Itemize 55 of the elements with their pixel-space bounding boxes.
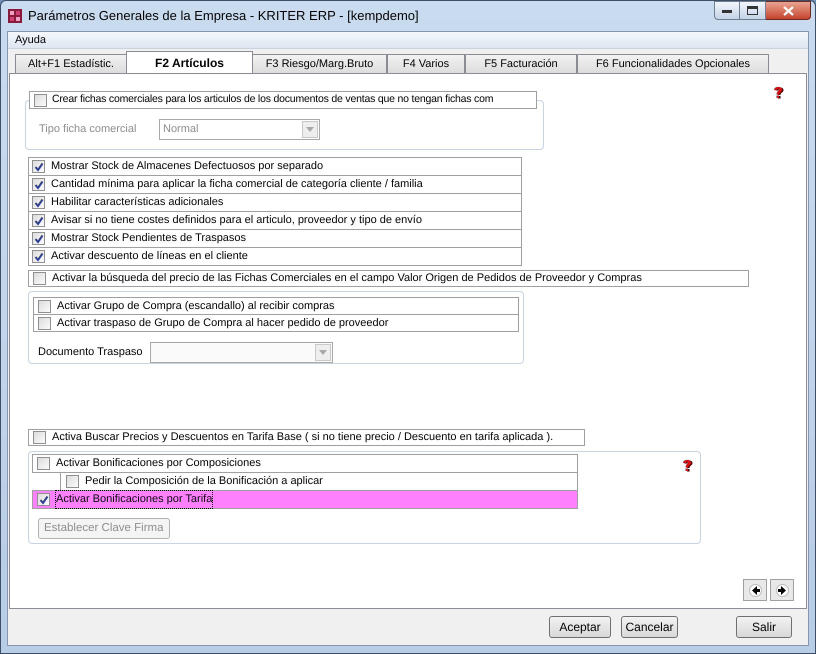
checkbox[interactable]: [38, 316, 51, 330]
checkbox-label: Activar la búsqueda del precio de las Fichas Comerciales en el campo Valor Origen de Pedidos de Proveedor y Compras: [52, 271, 642, 286]
app-icon: [7, 8, 23, 24]
field-label: Tipo ficha comercial: [39, 122, 138, 137]
option-row[interactable]: Activar Bonificaciones por Tarifa: [32, 490, 578, 509]
close-icon: [782, 6, 794, 16]
maximize-icon: [747, 6, 758, 15]
checkbox[interactable]: [32, 214, 45, 227]
checkbox[interactable]: [33, 272, 46, 285]
checkbox[interactable]: [37, 493, 50, 506]
checkbox-label: Activa Buscar Precios y Descuentos en Tarifa Base ( si no tiene precio / Descuento en tarifa aplicada ).: [52, 430, 554, 446]
close-button[interactable]: [766, 1, 811, 20]
checkbox[interactable]: [34, 94, 47, 106]
tab[interactable]: F5 Facturación: [465, 54, 577, 73]
maximize-button[interactable]: [740, 1, 766, 20]
previous-arrow-button[interactable]: [743, 579, 767, 601]
option-row[interactable]: Activar Bonificaciones por Composiciones: [32, 454, 578, 473]
checkbox-label: Avisar si no tiene costes definidos para el articulo, proveedor y tipo de envío: [51, 213, 422, 228]
dialog-button[interactable]: Cancelar: [621, 616, 678, 638]
checkbox[interactable]: [32, 196, 45, 209]
tab[interactable]: F6 Funcionalidades Opcionales: [577, 54, 769, 73]
tab[interactable]: F4 Varios: [387, 54, 465, 73]
checkbox[interactable]: [37, 457, 50, 470]
checkbox[interactable]: [32, 178, 45, 191]
checkbox-label: Mostrar Stock Pendientes de Traspasos: [51, 231, 246, 246]
caret-icon: [319, 350, 327, 355]
next-arrow-button[interactable]: [770, 579, 794, 601]
option-row[interactable]: Pedir la Composición de la Bonificación a aplicar: [60, 472, 578, 491]
dialog-button[interactable]: Salir: [736, 616, 792, 638]
checkbox[interactable]: [66, 475, 79, 488]
checkbox-label: Pedir la Composición de la Bonificación a aplicar: [85, 474, 323, 490]
checkbox-label: Activar Bonificaciones por Tarifa: [56, 491, 212, 508]
checkbox-label: Activar descuento de líneas en el cliente: [51, 249, 248, 264]
minimize-button[interactable]: [714, 1, 740, 20]
checkbox[interactable]: [32, 232, 45, 245]
checkbox-label: Habilitar características adicionales: [51, 195, 224, 210]
tab[interactable]: F2 Artículos: [126, 51, 253, 73]
checkbox[interactable]: [32, 160, 45, 173]
menu-item[interactable]: Ayuda: [8, 32, 53, 48]
checkbox-label: Activar Grupo de Compra (escandallo) al recibir compras: [57, 298, 335, 314]
checkbox-label: Activar Bonificaciones por Composiciones: [56, 456, 261, 472]
window-title: Parámetros Generales de la Empresa - KRITER ERP - [kempdemo]: [28, 7, 419, 26]
tab[interactable]: Alt+F1 Estadístic.: [15, 54, 127, 73]
checkbox[interactable]: [33, 431, 46, 444]
checkbox-label: Activar traspaso de Grupo de Compra al hacer pedido de proveedor: [57, 316, 388, 331]
tab[interactable]: F3 Riesgo/Marg.Bruto: [252, 54, 387, 73]
minimize-icon: [722, 8, 732, 12]
dialog-button[interactable]: Aceptar: [549, 616, 611, 638]
caret-icon: [306, 126, 314, 132]
checkbox-label: Cantidad mínima para aplicar la ficha comercial de categoría cliente / familia: [51, 177, 423, 192]
field-label: Documento Traspaso: [38, 345, 144, 360]
checkbox-label: Mostrar Stock de Almacenes Defectuosos por separado: [51, 159, 324, 174]
checkbox-label: Crear fichas comerciales para los articulos de los documentos de ventas que no tengan fichas com: [52, 92, 494, 108]
checkbox[interactable]: [38, 300, 51, 312]
checkbox[interactable]: [32, 250, 45, 263]
